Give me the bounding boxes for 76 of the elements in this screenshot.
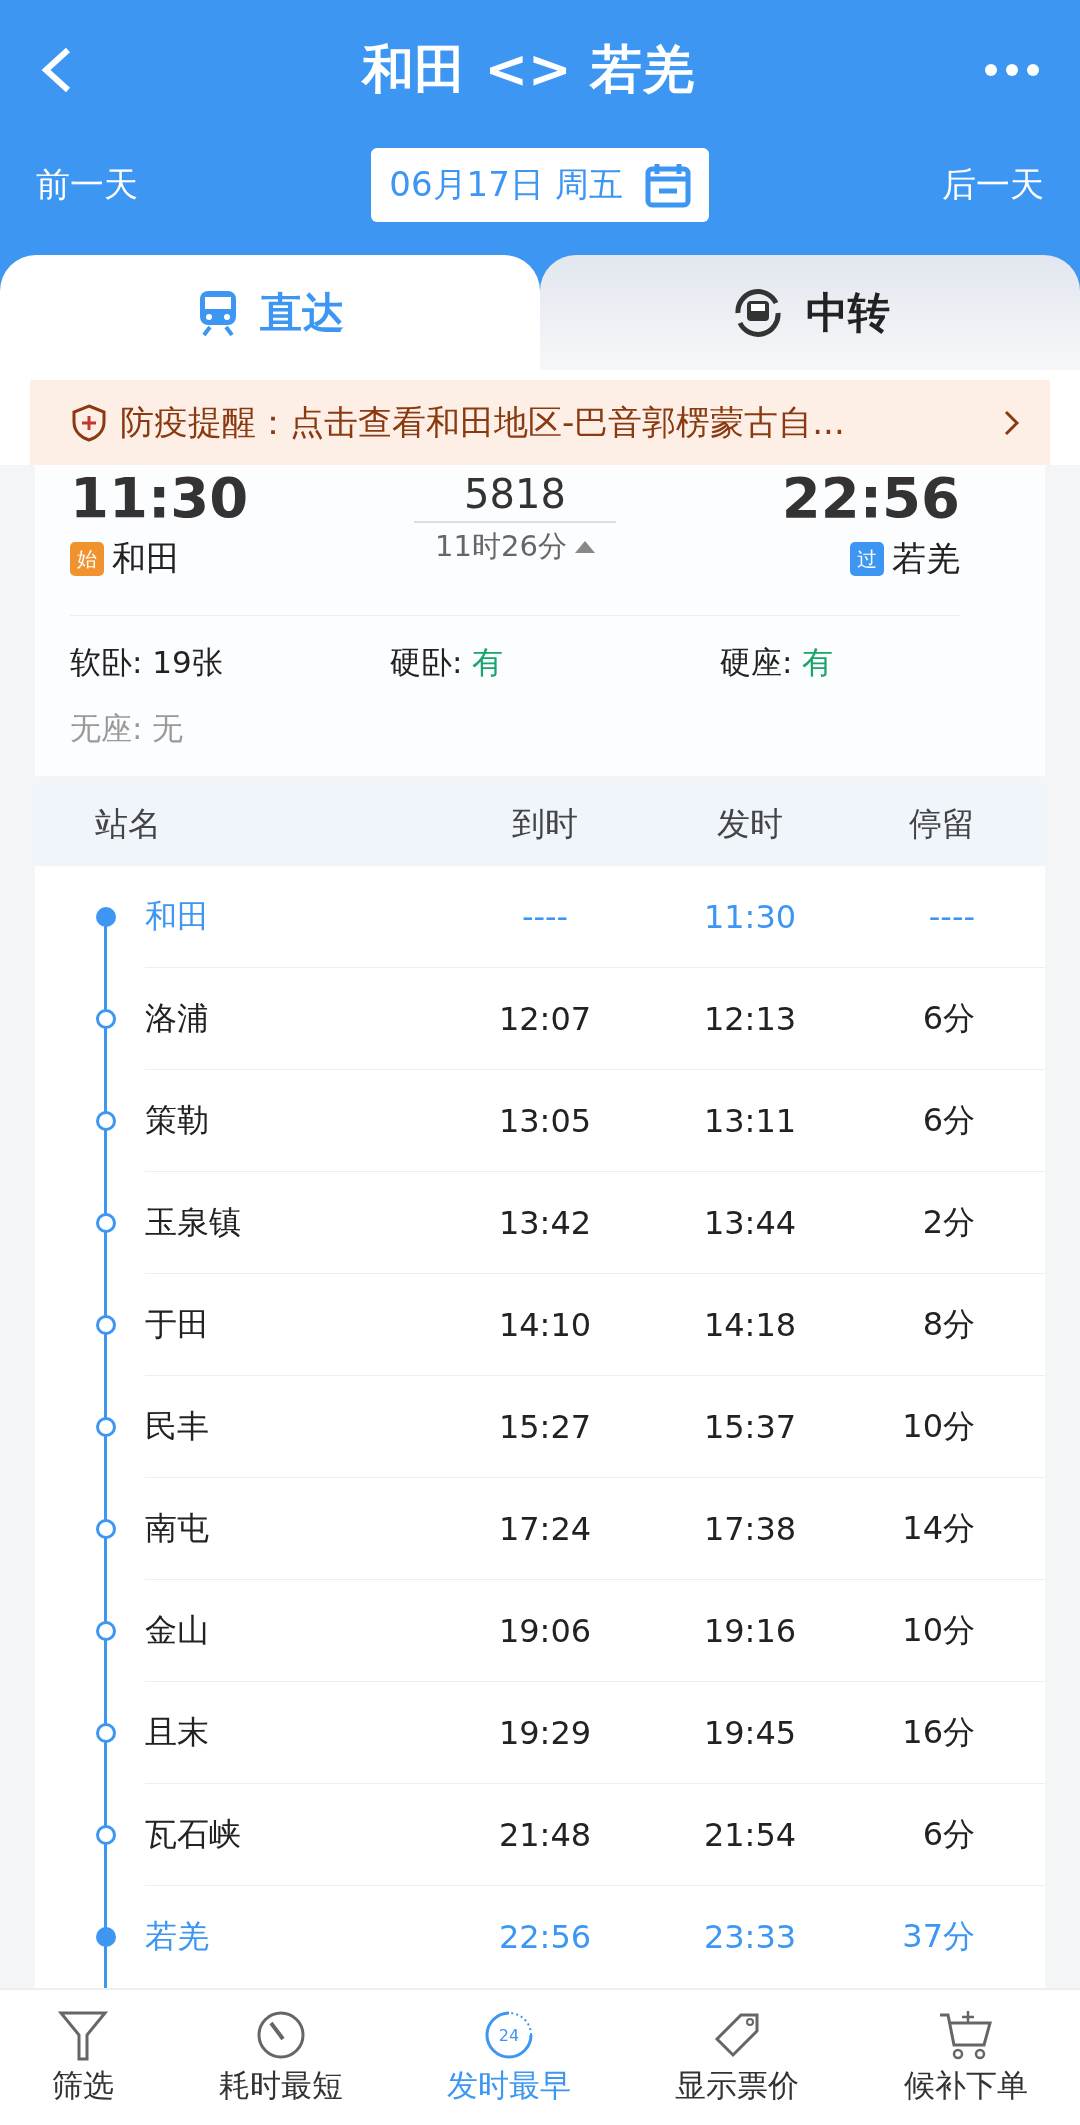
arrival-cell-text: 22:56: [497, 1918, 593, 1956]
seat-availability: 软卧: 19张: [70, 643, 224, 682]
departure-cell-text: 19:16: [702, 1612, 798, 1650]
stop-duration-cell-text: 6分: [921, 1814, 976, 1855]
seat-availability: 硬座: 有: [720, 643, 835, 682]
back-icon[interactable]: [40, 47, 72, 93]
departure-station: 和田: [112, 537, 180, 580]
toolbar-button[interactable]: 筛选: [46, 2007, 121, 2108]
station-name: 金山: [145, 1610, 210, 1651]
stop-duration-cell-text: 6分: [921, 998, 976, 1039]
station-name: 于田: [145, 1304, 210, 1345]
station-name: 和田: [145, 896, 210, 937]
origin-badge: 始: [70, 542, 104, 576]
departure-cell-text: 23:33: [702, 1918, 798, 1956]
arrival-cell-text: 15:27: [497, 1408, 593, 1446]
chevron-right-icon: [1004, 409, 1020, 436]
departure-cell-text: 12:13: [702, 1000, 798, 1038]
arrival-cell-text: 13:42: [497, 1204, 593, 1242]
arrival-cell-text: 21:48: [497, 1816, 593, 1854]
notice-text: 防疫提醒：点击查看和田地区-巴音郭楞蒙古自...: [120, 400, 846, 444]
arrival-cell-text: 12:07: [497, 1000, 593, 1038]
departure-cell-text: 13:11: [702, 1102, 798, 1140]
departure-cell-text: 17:38: [702, 1510, 798, 1548]
tab[interactable]: 中转: [540, 255, 1080, 370]
page-title: 和田 <> 若羌: [362, 38, 694, 101]
stop-duration-cell-text: 2分: [921, 1202, 976, 1243]
station-name: 且末: [145, 1712, 210, 1753]
seat-availability: 硬卧: 有: [390, 643, 505, 682]
calendar-icon: [644, 162, 691, 208]
station-name: 若羌: [145, 1916, 210, 1957]
arrival-time: 22:56: [781, 465, 960, 530]
column-header: 到时: [511, 802, 579, 845]
stop-duration-cell-text: 37分: [901, 1916, 976, 1957]
departure-cell-text: 11:30: [702, 898, 798, 936]
shield-plus-icon: [72, 403, 106, 442]
cart-plus-icon: [937, 2008, 994, 2061]
seat-availability: 无座: 无: [70, 709, 185, 748]
column-header: 发时: [716, 802, 784, 845]
departure-cell-text: 13:44: [702, 1204, 798, 1242]
stop-duration-cell-text: 10分: [901, 1610, 976, 1651]
stop-duration-cell-text: 14分: [901, 1508, 976, 1549]
duration: 11时26分: [435, 528, 567, 565]
column-header: 站名: [94, 802, 162, 845]
station-name: 南屯: [145, 1508, 210, 1549]
station-name: 策勒: [145, 1100, 210, 1141]
departure-cell-text: 19:45: [702, 1714, 798, 1752]
pass-badge: 过: [850, 542, 884, 576]
station-name: 玉泉镇: [145, 1202, 242, 1243]
stop-duration-cell-text: 6分: [921, 1100, 976, 1141]
arrival-cell-text: ----: [520, 898, 570, 936]
train-number: 5818: [414, 471, 616, 523]
arrival-cell-text: 19:29: [497, 1714, 593, 1752]
caret-up-icon[interactable]: [574, 541, 595, 553]
station-name: 瓦石峡: [145, 1814, 242, 1855]
departure-cell-text: 15:37: [702, 1408, 798, 1446]
stop-duration-cell-text: ----: [927, 898, 976, 936]
arrival-cell-text: 14:10: [497, 1306, 593, 1344]
toolbar-button[interactable]: 耗时最短: [212, 2007, 349, 2108]
stop-duration-cell-text: 16分: [901, 1712, 976, 1753]
stop-duration-cell-text: 8分: [921, 1304, 976, 1345]
toolbar-button[interactable]: 显示票价: [669, 2007, 806, 2108]
departure-cell-text: 21:54: [702, 1816, 798, 1854]
arrival-cell-text: 17:24: [497, 1510, 593, 1548]
train-card[interactable]: 11:30 始 和田 5818 11时26分 22:56 过 若羌 软卧: 19张 硬卧: 有 硬座: 有 无座: 无: [35, 465, 1045, 776]
column-header: 停留: [908, 802, 976, 845]
departure-time: 11:30: [70, 465, 249, 530]
arrival-cell-text: 19:06: [497, 1612, 593, 1650]
departure-cell-text: 14:18: [702, 1306, 798, 1344]
more-icon[interactable]: [984, 63, 1040, 77]
toolbar-button[interactable]: 候补下单: [897, 2007, 1034, 2108]
arrival-station: 若羌: [892, 537, 960, 580]
notice-banner[interactable]: 防疫提醒：点击查看和田地区-巴音郭楞蒙古自...: [30, 380, 1050, 465]
station-name: 民丰: [145, 1406, 210, 1447]
stop-duration-cell-text: 10分: [901, 1406, 976, 1447]
arrival-cell-text: 13:05: [497, 1102, 593, 1140]
station-name: 洛浦: [145, 998, 210, 1039]
